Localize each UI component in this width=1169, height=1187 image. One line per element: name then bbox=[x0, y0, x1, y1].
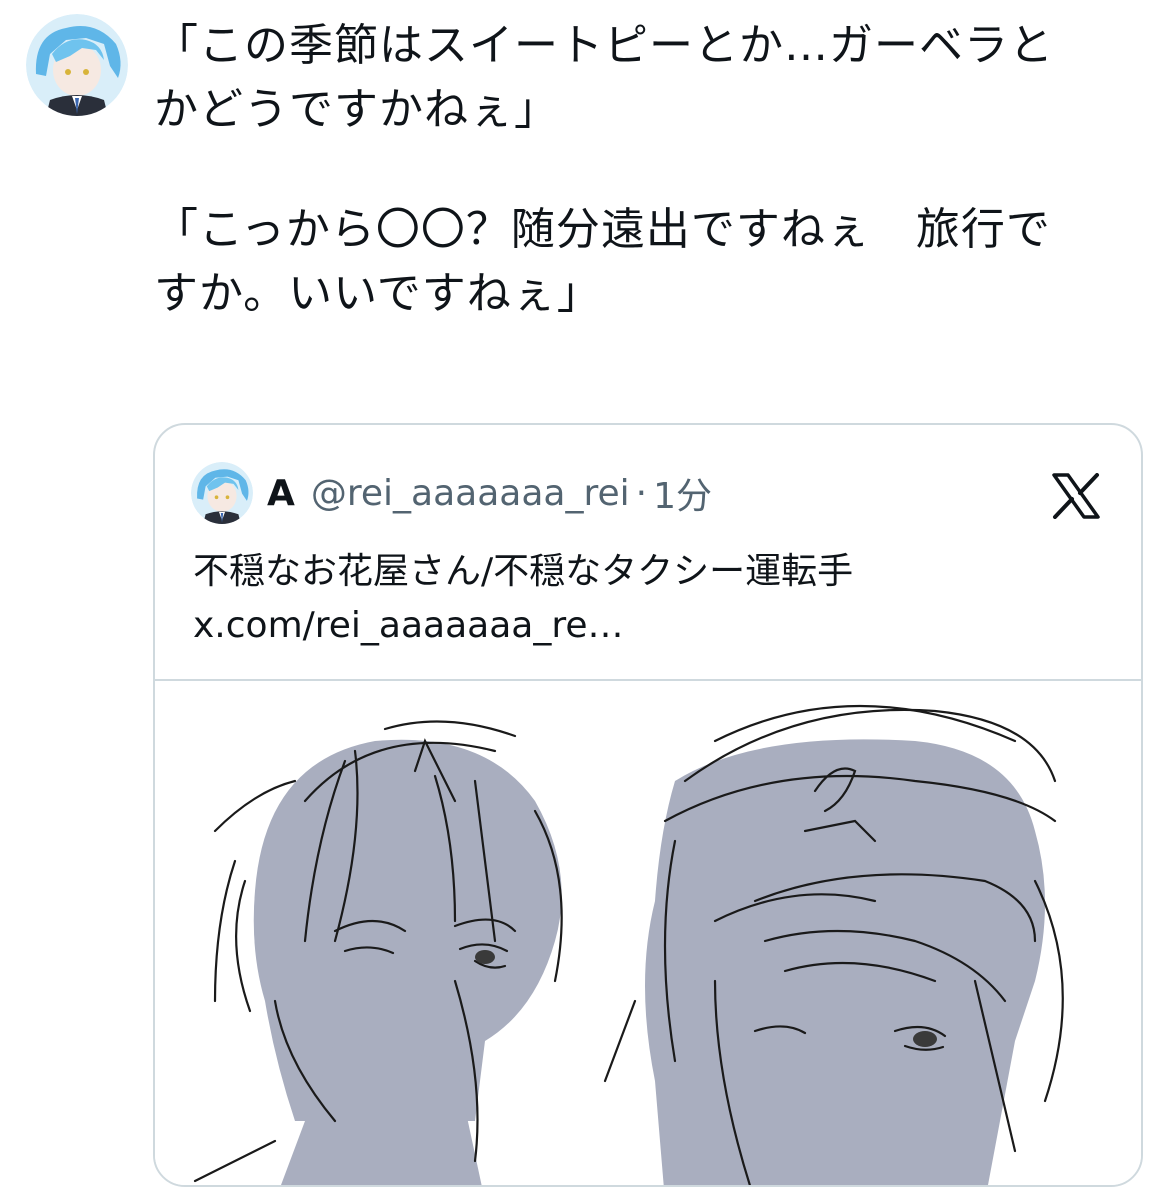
sketch-illustration-image bbox=[193, 704, 1064, 1185]
tweet-line: 「こっから〇〇？随分遠出ですねぇ 旅行で bbox=[154, 204, 1051, 255]
tweet-line: かどうですかねぇ」 bbox=[154, 84, 559, 135]
quoted-post-header: A @rei_aaaaaaa_rei · 1分 bbox=[191, 461, 712, 525]
tweet-paragraph-2: 「こっから〇〇？随分遠出ですねぇ 旅行で すか。いいですねぇ」 bbox=[154, 198, 1154, 326]
quoted-author-name[interactable]: A bbox=[267, 473, 295, 514]
tweet-text: 「この季節はスイートピーとか…ガーベラと かどうですかねぇ」 「こっから〇〇？随… bbox=[154, 14, 1154, 326]
x-logo-icon[interactable] bbox=[1051, 473, 1101, 519]
avatar-image bbox=[26, 14, 128, 116]
tweet-paragraph-1: 「この季節はスイートピーとか…ガーベラと かどうですかねぇ」 bbox=[154, 14, 1154, 142]
quoted-post-text: 不穏なお花屋さん/不穏なタクシー運転手 bbox=[193, 551, 854, 592]
quoted-post-media[interactable] bbox=[155, 679, 1141, 1185]
quoted-post-body: 不穏なお花屋さん/不穏なタクシー運転手 x.com/rei_aaaaaaa_re… bbox=[193, 545, 1113, 653]
quoted-author-avatar[interactable] bbox=[191, 462, 253, 524]
post-timestamp[interactable]: 1分 bbox=[653, 467, 712, 519]
author-avatar[interactable] bbox=[26, 14, 128, 116]
avatar-image bbox=[191, 462, 253, 524]
tweet-line: すか。いいですねぇ」 bbox=[154, 268, 602, 319]
quoted-author-handle[interactable]: @rei_aaaaaaa_rei bbox=[311, 473, 630, 514]
tweet-line: 「この季節はスイートピーとか…ガーベラと bbox=[154, 20, 1054, 71]
separator-dot: · bbox=[635, 472, 648, 514]
quoted-post-card[interactable]: A @rei_aaaaaaa_rei · 1分 不穏なお花屋さん/不穏なタクシー… bbox=[153, 423, 1143, 1187]
quoted-post-link[interactable]: x.com/rei_aaaaaaa_re… bbox=[193, 599, 1113, 653]
